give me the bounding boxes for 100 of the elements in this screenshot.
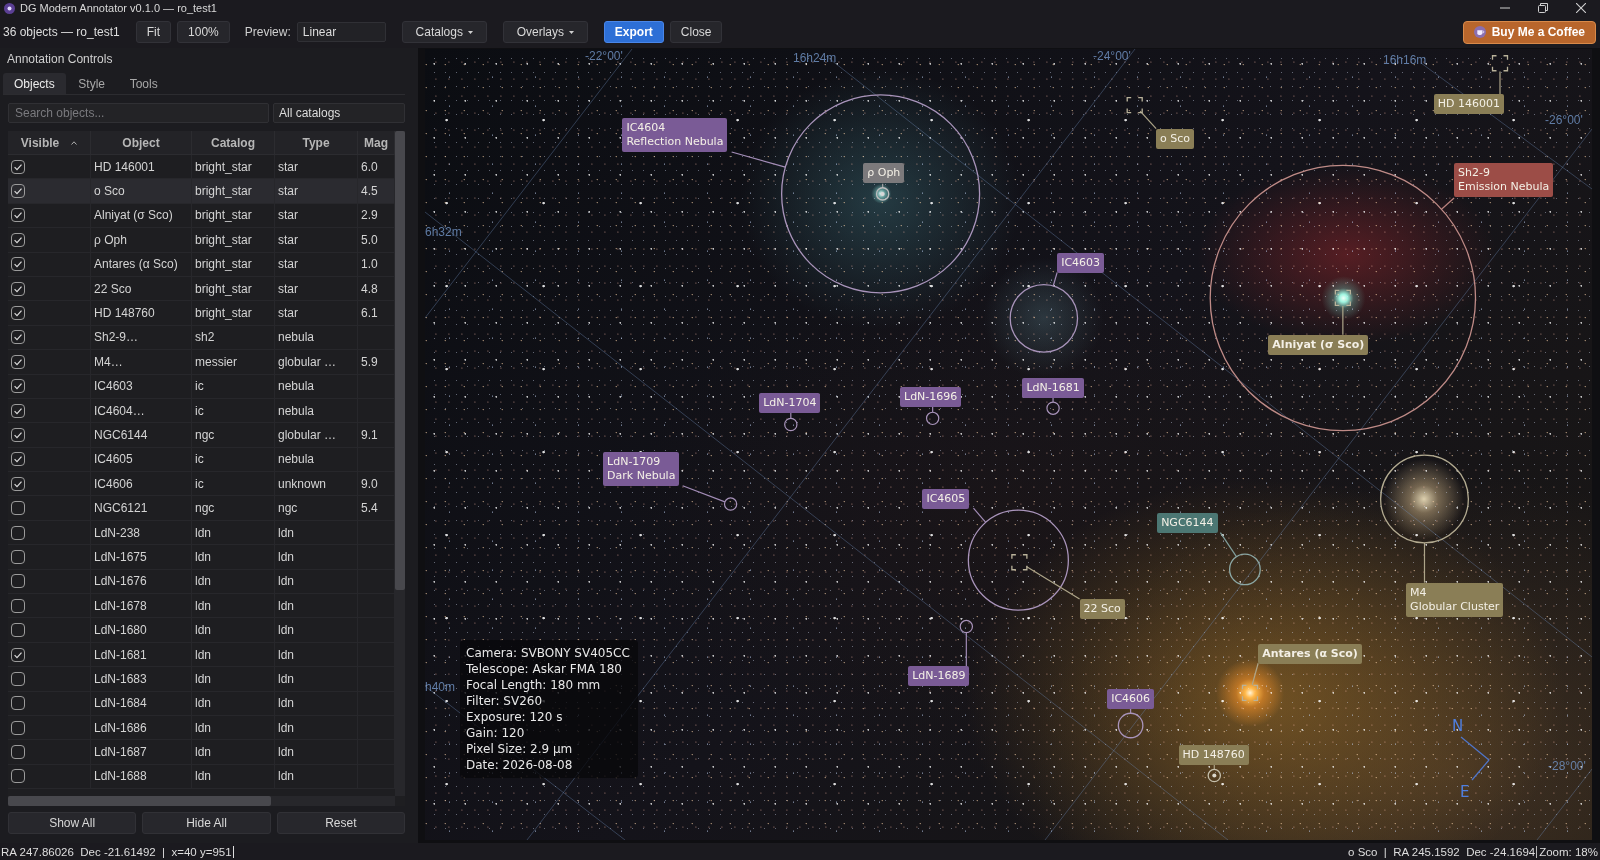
toolbar-button[interactable]: Close — [669, 21, 723, 43]
table-row[interactable]: LdN-1678 ldn ldn — [8, 594, 395, 619]
table-cell: nebula — [275, 325, 358, 350]
table-row[interactable]: 22 Sco bright_star star 4.8 — [8, 276, 395, 302]
table-cell: IC4603 — [91, 374, 192, 398]
scrollbar-thumb[interactable] — [8, 796, 272, 806]
toolbar-button[interactable]: Fit — [135, 21, 172, 43]
leader-line — [1130, 707, 1132, 714]
visible-checkbox[interactable] — [11, 208, 25, 223]
table-row[interactable]: Alniyat (σ Sco) bright_star star 2.9 — [8, 203, 395, 229]
table-row[interactable]: o Sco bright_star star 4.5 — [8, 179, 395, 204]
table-row[interactable]: LdN-1686 ldn ldn — [8, 716, 395, 741]
vertical-scrollbar[interactable] — [395, 131, 405, 796]
star-marker — [1491, 55, 1509, 72]
column-header[interactable]: Type — [275, 131, 358, 154]
annotation-label: IC4606 — [1107, 688, 1155, 709]
column-header[interactable]: Visible — [8, 131, 91, 154]
column-header[interactable]: Catalog — [192, 131, 275, 154]
visible-checkbox[interactable] — [11, 598, 25, 613]
table-row[interactable]: NGC6144 ngc globular … 9.1 — [8, 423, 395, 448]
visible-checkbox[interactable] — [11, 403, 25, 418]
visible-checkbox[interactable] — [11, 574, 25, 589]
table-row[interactable]: LdN-238 ldn ldn — [8, 520, 395, 546]
visible-checkbox[interactable] — [11, 501, 25, 516]
primary-button[interactable]: Export — [603, 21, 664, 43]
horizontal-scrollbar[interactable] — [8, 796, 395, 806]
toolbar-button[interactable]: 100% — [177, 21, 230, 43]
table-row[interactable]: HD 148760 bright_star star 6.1 — [8, 301, 395, 326]
visible-checkbox[interactable] — [11, 696, 25, 711]
table-row[interactable]: IC4606 ic unknown 9.0 — [8, 472, 395, 497]
table-row[interactable]: LdN-1688 ldn ldn — [8, 764, 395, 790]
coffee-cup-icon — [1473, 26, 1486, 38]
restore-icon[interactable] — [1538, 3, 1548, 13]
visible-checkbox[interactable] — [11, 306, 25, 321]
table-cell: globular … — [275, 350, 358, 374]
visible-checkbox[interactable] — [11, 281, 25, 296]
panel-button[interactable]: Show All — [8, 812, 137, 834]
support-button[interactable]: Buy Me a Coffee — [1462, 20, 1596, 44]
tab[interactable]: Objects — [3, 73, 66, 94]
visible-checkbox[interactable] — [11, 452, 25, 467]
compass-drawing — [1460, 736, 1490, 781]
info-line: Focal Length: 180 mm — [466, 677, 602, 693]
table-cell: star — [275, 276, 358, 301]
table-cell: ρ Oph — [91, 228, 192, 252]
table-row[interactable]: LdN-1684 ldn ldn — [8, 691, 395, 716]
table-cell: ldn — [275, 594, 358, 618]
visible-checkbox[interactable] — [11, 476, 25, 491]
visible-checkbox[interactable] — [11, 330, 25, 345]
preview-field[interactable]: Linear — [296, 22, 386, 42]
table-row[interactable]: IC4605 ic nebula — [8, 447, 395, 473]
tab[interactable]: Tools — [117, 73, 170, 94]
tab[interactable]: Style — [65, 73, 118, 94]
menu-button[interactable]: Overlays — [502, 21, 588, 43]
table-cell: LdN-1683 — [91, 667, 192, 691]
table-row[interactable]: LdN-1675 ldn ldn — [8, 545, 395, 570]
dark-nebula-marker — [784, 417, 798, 432]
column-header[interactable]: Object — [91, 131, 192, 154]
visible-checkbox[interactable] — [11, 257, 25, 272]
table-cell: bright_star — [192, 301, 275, 325]
visible-checkbox[interactable] — [11, 354, 25, 369]
table-row[interactable]: HD 146001 bright_star star 6.0 — [8, 155, 395, 180]
table-row[interactable]: NGC6121 ngc ngc 5.4 — [8, 496, 395, 521]
leader-line — [1342, 305, 1344, 336]
visible-checkbox[interactable] — [11, 184, 25, 199]
visible-checkbox[interactable] — [11, 671, 25, 686]
table-row[interactable]: LdN-1676 ldn ldn — [8, 569, 395, 595]
visible-checkbox[interactable] — [11, 159, 25, 174]
close-icon[interactable] — [1576, 3, 1586, 13]
annotation-label: IC4605 — [922, 488, 970, 509]
visible-checkbox[interactable] — [11, 745, 25, 760]
table-row[interactable]: Sh2-9… sh2 nebula — [8, 325, 395, 351]
table-row[interactable]: Antares (α Sco) bright_star star 1.0 — [8, 252, 395, 277]
menu-button[interactable]: Catalogs — [401, 21, 487, 43]
panel-button[interactable]: Reset — [276, 812, 405, 834]
table-cell: ldn — [192, 764, 275, 789]
table-row[interactable]: ρ Oph bright_star star 5.0 — [8, 228, 395, 253]
table-row[interactable]: LdN-1681 ldn ldn — [8, 642, 395, 668]
table-cell: ldn — [275, 520, 358, 545]
table-row[interactable]: IC4604… ic nebula — [8, 398, 395, 424]
visible-checkbox[interactable] — [11, 623, 25, 638]
leader-line — [682, 485, 726, 503]
visible-checkbox[interactable] — [11, 647, 25, 662]
catalog-dropdown[interactable]: All catalogs — [273, 103, 405, 123]
visible-checkbox[interactable] — [11, 769, 25, 784]
visible-checkbox[interactable] — [11, 379, 25, 394]
visible-checkbox[interactable] — [11, 428, 25, 442]
panel-button[interactable]: Hide All — [142, 812, 271, 834]
scrollbar-thumb[interactable] — [395, 131, 405, 590]
visible-checkbox[interactable] — [11, 232, 25, 247]
table-row[interactable]: IC4603 ic nebula — [8, 374, 395, 399]
table-row[interactable]: M4… messier globular … 5.9 — [8, 350, 395, 375]
visible-checkbox[interactable] — [11, 720, 25, 735]
search-field[interactable]: Search objects... — [8, 103, 269, 123]
nebula-outline — [1228, 553, 1261, 586]
leader-line — [731, 151, 786, 168]
table-row[interactable]: LdN-1687 ldn ldn — [8, 740, 395, 765]
table-row[interactable]: LdN-1680 ldn ldn — [8, 618, 395, 643]
table-row[interactable]: LdN-1683 ldn ldn — [8, 667, 395, 692]
visible-checkbox[interactable] — [11, 549, 25, 564]
visible-checkbox[interactable] — [11, 525, 25, 540]
